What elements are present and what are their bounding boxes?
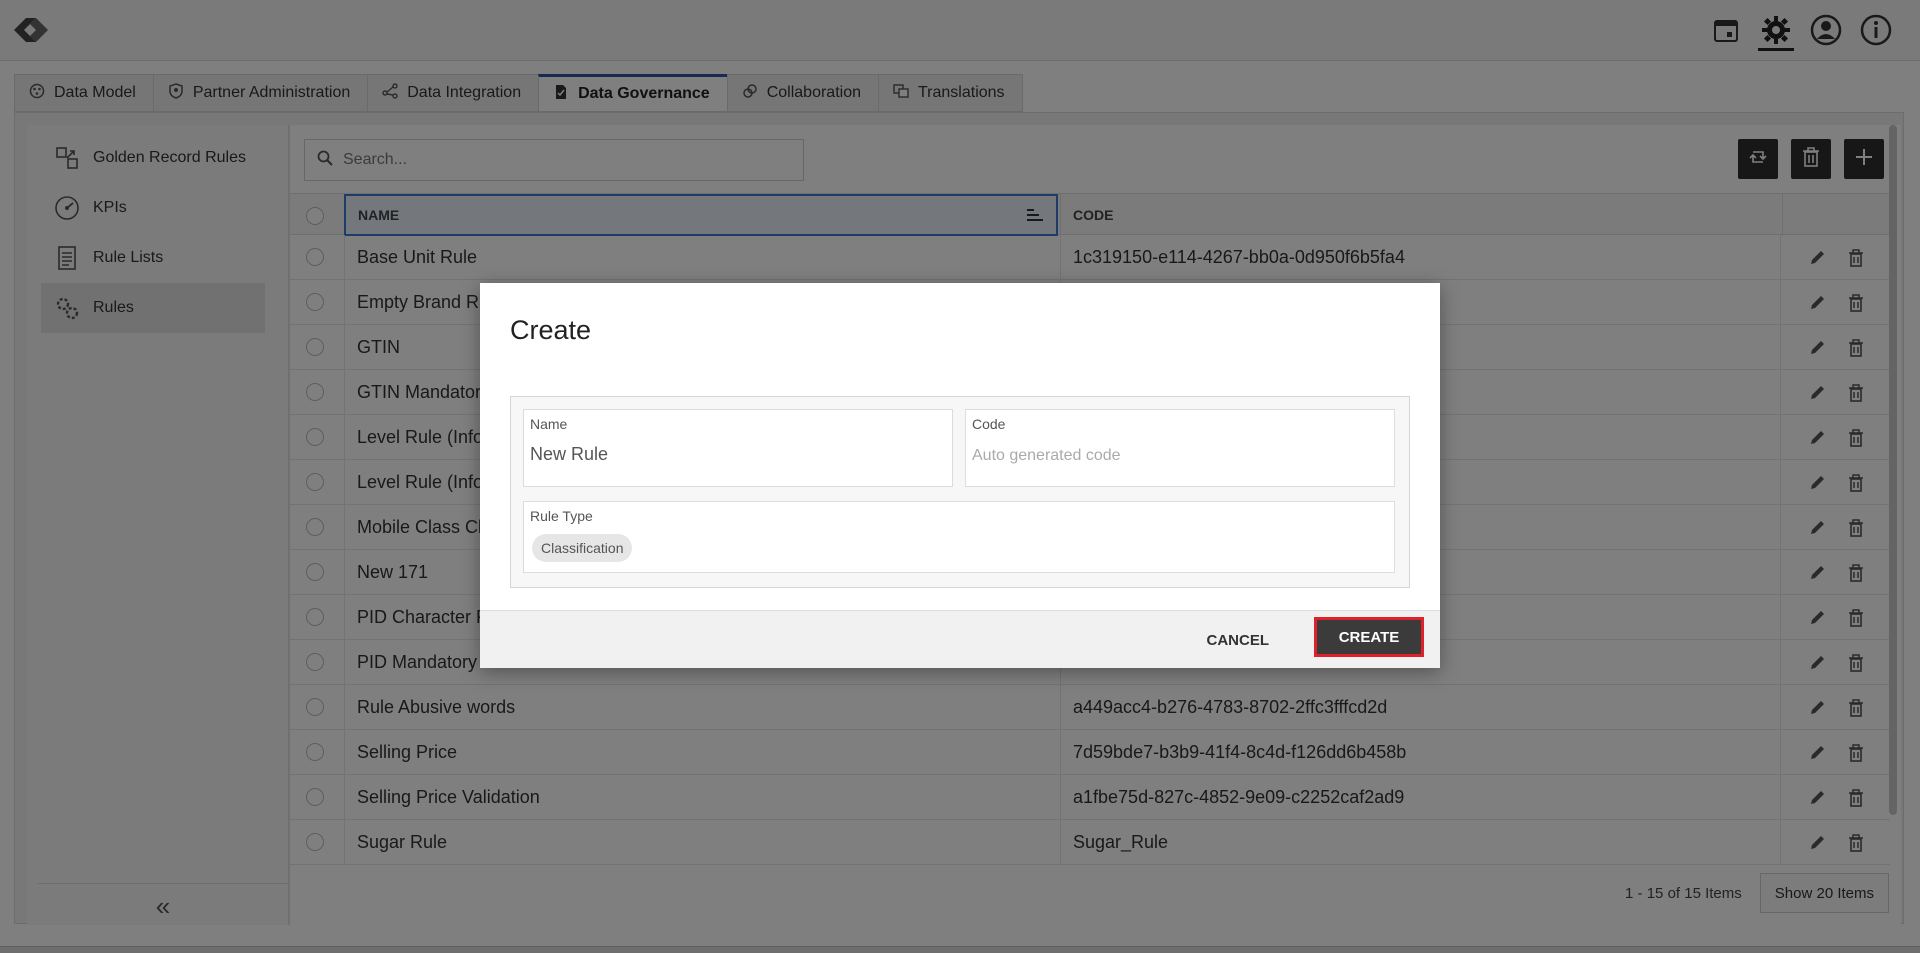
dialog-title: Create — [510, 315, 592, 345]
code-field[interactable]: Code — [965, 409, 1395, 487]
cancel-button[interactable]: CANCEL — [1201, 623, 1276, 657]
name-label: Name — [530, 416, 568, 432]
dialog-footer: CANCEL CREATE — [480, 610, 1440, 668]
create-button[interactable]: CREATE — [1314, 617, 1424, 657]
create-form: Name Code Rule Type Classification — [510, 396, 1410, 588]
rule-type-chip[interactable]: Classification — [532, 534, 633, 562]
rule-type-field[interactable]: Rule Type Classification — [523, 501, 1395, 573]
code-label: Code — [972, 416, 1006, 432]
create-rule-dialog: Create Name Code Rule Type Classificatio… — [480, 283, 1440, 668]
code-input[interactable] — [972, 444, 1372, 465]
name-input[interactable] — [530, 444, 930, 465]
name-field[interactable]: Name — [523, 409, 953, 487]
rule-type-label: Rule Type — [530, 508, 593, 524]
